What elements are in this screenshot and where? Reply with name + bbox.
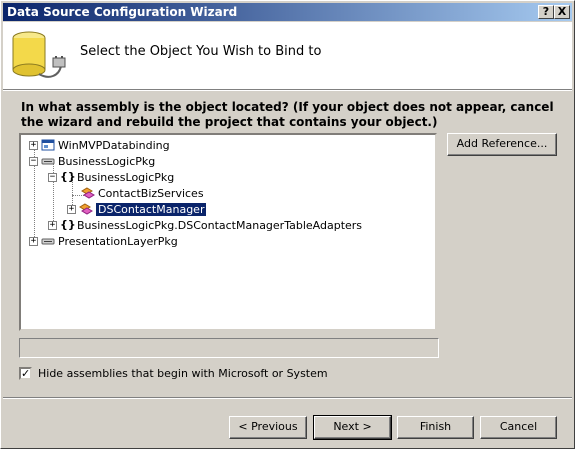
tree-node-selected[interactable]: + DSContactManager	[67, 201, 208, 217]
assembly-icon	[41, 158, 55, 165]
assembly-prompt: In what assembly is the object located? …	[21, 100, 554, 129]
wizard-header: Select the Object You Wish to Bind to	[3, 22, 572, 89]
expand-toggle[interactable]: +	[67, 204, 76, 214]
page-title: Select the Object You Wish to Bind to	[80, 44, 322, 59]
assembly-tree[interactable]: + WinMVPDatabinding − BusinessLogicPkg −…	[19, 133, 437, 331]
collapse-toggle[interactable]: −	[29, 156, 38, 166]
class-icon	[81, 187, 95, 199]
expand-toggle[interactable]: +	[29, 140, 38, 150]
project-icon	[41, 139, 55, 151]
next-button[interactable]: Next >	[313, 415, 392, 440]
tree-node[interactable]: − {} BusinessLogicPkg	[48, 169, 174, 185]
hide-assemblies-checkbox[interactable]: ✓	[19, 367, 32, 380]
finish-button[interactable]: Finish	[397, 416, 474, 439]
hide-assemblies-label[interactable]: Hide assemblies that begin with Microsof…	[38, 367, 328, 380]
close-button[interactable]: X	[554, 5, 570, 19]
footer-divider-highlight	[3, 398, 572, 399]
assembly-icon	[41, 238, 55, 245]
expand-toggle[interactable]: +	[48, 220, 57, 230]
tree-node-label: DSContactManager	[94, 201, 208, 217]
wizard-window: Data Source Configuration Wizard ? X Sel…	[0, 0, 575, 449]
tree-node-label: ContactBizServices	[98, 186, 204, 200]
tree-node[interactable]: + {} BusinessLogicPkg.DSContactManagerTa…	[48, 217, 362, 233]
database-plug-icon	[12, 31, 66, 78]
header-divider-highlight	[3, 90, 572, 91]
tree-node[interactable]: − BusinessLogicPkg	[29, 153, 155, 169]
tree-node[interactable]: ContactBizServices	[81, 185, 204, 201]
class-icon	[79, 203, 93, 215]
add-reference-button[interactable]: Add Reference...	[447, 133, 557, 156]
previous-button[interactable]: < Previous	[229, 416, 307, 439]
tree-node[interactable]: + PresentationLayerPkg	[29, 233, 178, 249]
tree-node[interactable]: + WinMVPDatabinding	[29, 137, 170, 153]
cancel-button[interactable]: Cancel	[480, 416, 557, 439]
title-bar: Data Source Configuration Wizard ? X	[3, 3, 572, 21]
collapse-toggle[interactable]: −	[48, 172, 57, 182]
namespace-icon: {}	[60, 170, 76, 183]
tree-node-label: BusinessLogicPkg	[58, 154, 156, 168]
help-button[interactable]: ?	[538, 5, 554, 19]
description-panel	[19, 338, 439, 358]
expand-toggle[interactable]: +	[29, 236, 38, 246]
window-title: Data Source Configuration Wizard	[7, 5, 238, 19]
tree-node-label: PresentationLayerPkg	[58, 234, 178, 248]
tree-node-label: BusinessLogicPkg.DSContactManagerTableAd…	[77, 218, 363, 232]
tree-node-label: BusinessLogicPkg	[77, 170, 175, 184]
tree-node-label: WinMVPDatabinding	[58, 138, 170, 152]
namespace-icon: {}	[60, 218, 76, 231]
